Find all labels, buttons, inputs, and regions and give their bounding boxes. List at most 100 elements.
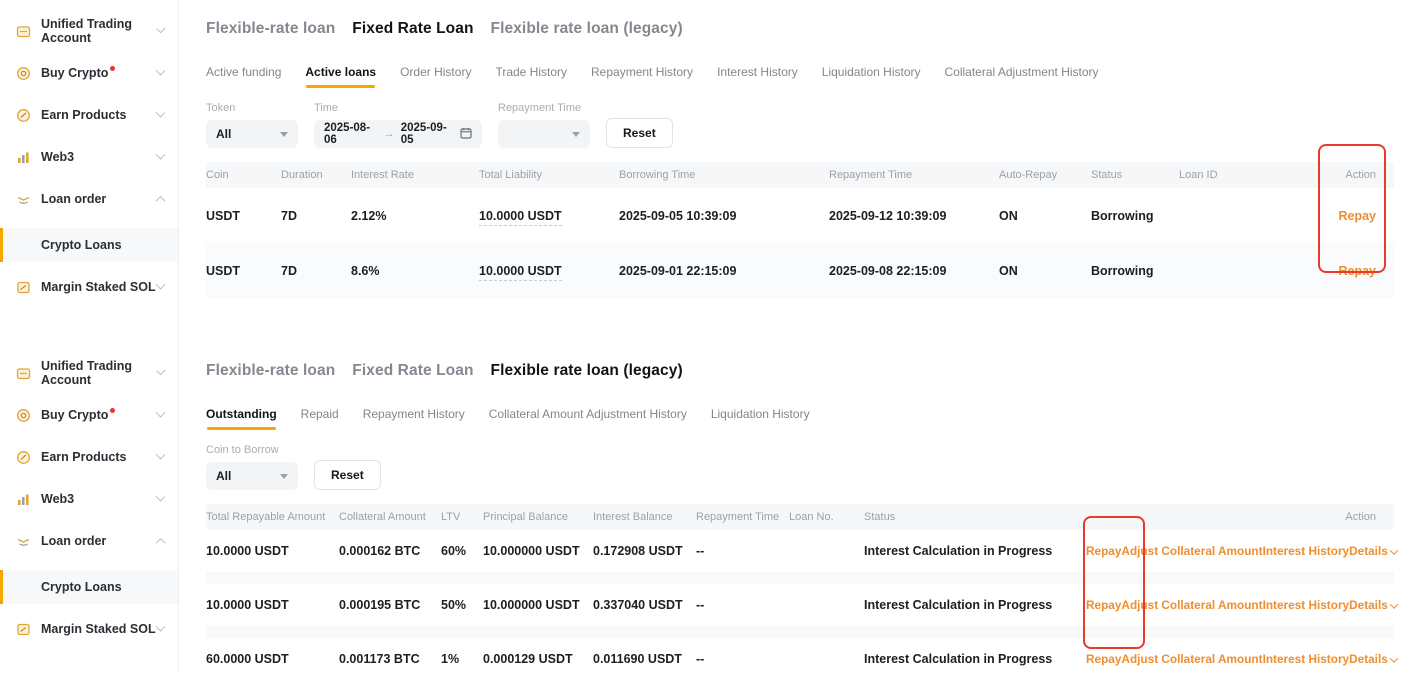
- fixed-rate-loan-content: Flexible-rate loan Fixed Rate Loan Flexi…: [179, 0, 1404, 342]
- sidebar-item-crypto-loans[interactable]: Crypto Loans: [0, 228, 178, 262]
- cell-repayment-time: --: [696, 652, 789, 666]
- sidebar-top: Unified Trading Account Buy Crypto Earn …: [0, 0, 179, 342]
- sidebar-item-unified-trading-account[interactable]: Unified Trading Account: [0, 18, 178, 44]
- subtab-order-history[interactable]: Order History: [400, 65, 471, 88]
- sidebar-item-loan-order[interactable]: Loan order: [0, 186, 178, 212]
- interest-history-link[interactable]: Interest History: [1263, 598, 1350, 612]
- time-range-picker[interactable]: 2025-08-06 → 2025-09-05: [314, 120, 482, 148]
- cell-interest-rate: 8.6%: [351, 264, 479, 278]
- table-header-row: Coin Duration Interest Rate Total Liabil…: [206, 162, 1394, 188]
- col-principal-balance: Principal Balance: [483, 511, 593, 523]
- table-row: 10.0000 USDT 0.000162 BTC 60% 10.000000 …: [206, 530, 1394, 572]
- subtab-interest-history[interactable]: Interest History: [717, 65, 798, 88]
- reset-button[interactable]: Reset: [314, 460, 381, 490]
- col-loan-no: Loan No.: [789, 511, 864, 523]
- col-total-liability: Total Liability: [479, 169, 619, 181]
- time-filter-label: Time: [314, 102, 482, 114]
- time-to-value: 2025-09-05: [401, 122, 454, 146]
- sidebar-item-label: Loan order: [41, 534, 106, 548]
- tab-flexible-rate-loan-legacy[interactable]: Flexible rate loan (legacy): [491, 20, 683, 38]
- notification-dot: [110, 408, 115, 413]
- subtab-active-funding[interactable]: Active funding: [206, 65, 281, 88]
- details-dropdown[interactable]: Details: [1349, 544, 1397, 558]
- token-select[interactable]: All: [206, 120, 298, 148]
- repay-link[interactable]: Repay: [1086, 598, 1121, 612]
- coin-to-borrow-select[interactable]: All: [206, 462, 298, 490]
- col-action: Action: [1311, 169, 1394, 181]
- chevron-down-icon: [156, 449, 166, 459]
- col-ltv: LTV: [441, 511, 483, 523]
- tab-flexible-rate-loan[interactable]: Flexible-rate loan: [206, 20, 335, 38]
- table-row: USDT 7D 8.6% 10.0000 USDT 2025-09-01 22:…: [206, 243, 1394, 298]
- cell-interest: 0.011690 USDT: [593, 652, 696, 666]
- sidebar-item-crypto-loans[interactable]: Crypto Loans: [0, 570, 178, 604]
- adjust-collateral-amount-link[interactable]: Adjust Collateral Amount: [1121, 544, 1262, 558]
- sidebar-item-buy-crypto[interactable]: Buy Crypto: [0, 402, 178, 428]
- subtab-outstanding[interactable]: Outstanding: [206, 407, 277, 430]
- sidebar-item-label: Buy Crypto: [41, 408, 108, 422]
- tab-fixed-rate-loan[interactable]: Fixed Rate Loan: [352, 362, 473, 380]
- sidebar-item-earn-products[interactable]: Earn Products: [0, 102, 178, 128]
- sidebar-item-loan-order[interactable]: Loan order: [0, 528, 178, 554]
- tab-fixed-rate-loan[interactable]: Fixed Rate Loan: [352, 20, 473, 38]
- reset-button[interactable]: Reset: [606, 118, 673, 148]
- repayment-time-select[interactable]: [498, 120, 590, 148]
- sidebar-item-label: Earn Products: [41, 108, 126, 122]
- subtab-trade-history[interactable]: Trade History: [495, 65, 567, 88]
- margin-staked-sol-icon: [15, 279, 31, 295]
- sidebar-item-unified-trading-account[interactable]: Unified Trading Account: [0, 360, 178, 386]
- sidebar-item-margin-staked-sol[interactable]: Margin Staked SOL: [0, 616, 178, 642]
- fixed-loan-filters: Token All Time 2025-08-06 → 2025-09-05: [206, 102, 1394, 148]
- col-interest-rate: Interest Rate: [351, 169, 479, 181]
- cell-principal: 10.000000 USDT: [483, 544, 593, 558]
- repay-link[interactable]: Repay: [1086, 652, 1121, 666]
- sidebar-item-web3[interactable]: Web3: [0, 486, 178, 512]
- cell-total-repayable: 10.0000 USDT: [206, 544, 339, 558]
- subtab-collateral-amount-adjustment-history[interactable]: Collateral Amount Adjustment History: [489, 407, 687, 430]
- cell-collateral: 0.000195 BTC: [339, 598, 441, 612]
- cell-principal: 10.000000 USDT: [483, 598, 593, 612]
- outstanding-loans-table: Total Repayable Amount Collateral Amount…: [206, 504, 1394, 673]
- subtab-repaid[interactable]: Repaid: [301, 407, 339, 430]
- subtab-repayment-history[interactable]: Repayment History: [363, 407, 465, 430]
- adjust-collateral-amount-link[interactable]: Adjust Collateral Amount: [1121, 598, 1262, 612]
- chevron-down-icon: [156, 65, 166, 75]
- cell-repayment-time: --: [696, 544, 789, 558]
- subtab-active-loans[interactable]: Active loans: [305, 65, 376, 88]
- interest-history-link[interactable]: Interest History: [1263, 652, 1350, 666]
- chevron-down-icon: [156, 621, 166, 631]
- tab-flexible-rate-loan-legacy[interactable]: Flexible rate loan (legacy): [491, 362, 683, 380]
- legacy-loan-content: Flexible-rate loan Fixed Rate Loan Flexi…: [179, 342, 1404, 673]
- sidebar-item-earn-products[interactable]: Earn Products: [0, 444, 178, 470]
- cell-principal: 0.000129 USDT: [483, 652, 593, 666]
- subtab-liquidation-history[interactable]: Liquidation History: [822, 65, 921, 88]
- sidebar-item-label: Margin Staked SOL: [41, 622, 156, 636]
- sidebar-item-label: Earn Products: [41, 450, 126, 464]
- subtab-liquidation-history[interactable]: Liquidation History: [711, 407, 810, 430]
- sidebar-item-margin-staked-sol[interactable]: Margin Staked SOL: [0, 274, 178, 300]
- details-dropdown[interactable]: Details: [1349, 652, 1397, 666]
- cell-interest-rate: 2.12%: [351, 209, 479, 223]
- adjust-collateral-amount-link[interactable]: Adjust Collateral Amount: [1121, 652, 1262, 666]
- details-dropdown[interactable]: Details: [1349, 598, 1397, 612]
- loan-type-tabs: Flexible-rate loan Fixed Rate Loan Flexi…: [206, 362, 1394, 380]
- section-fixed-rate-loan: Unified Trading Account Buy Crypto Earn …: [0, 0, 1404, 342]
- sidebar-item-buy-crypto[interactable]: Buy Crypto: [0, 60, 178, 86]
- repayment-time-filter-label: Repayment Time: [498, 102, 590, 114]
- repay-link[interactable]: Repay: [1338, 264, 1376, 278]
- table-header-row: Total Repayable Amount Collateral Amount…: [206, 504, 1394, 530]
- dropdown-caret-icon: [280, 474, 288, 479]
- repay-link[interactable]: Repay: [1086, 544, 1121, 558]
- interest-history-link[interactable]: Interest History: [1263, 544, 1350, 558]
- subtab-collateral-adjustment-history[interactable]: Collateral Adjustment History: [944, 65, 1098, 88]
- sidebar-item-web3[interactable]: Web3: [0, 144, 178, 170]
- sidebar-item-label: Unified Trading Account: [41, 359, 158, 387]
- tab-flexible-rate-loan[interactable]: Flexible-rate loan: [206, 362, 335, 380]
- unified-trading-account-icon: [15, 365, 31, 381]
- col-borrowing-time: Borrowing Time: [619, 169, 829, 181]
- cell-coin: USDT: [206, 264, 281, 278]
- sidebar-item-label: Web3: [41, 492, 74, 506]
- repay-link[interactable]: Repay: [1338, 209, 1376, 223]
- loan-type-tabs: Flexible-rate loan Fixed Rate Loan Flexi…: [206, 20, 1394, 38]
- subtab-repayment-history[interactable]: Repayment History: [591, 65, 693, 88]
